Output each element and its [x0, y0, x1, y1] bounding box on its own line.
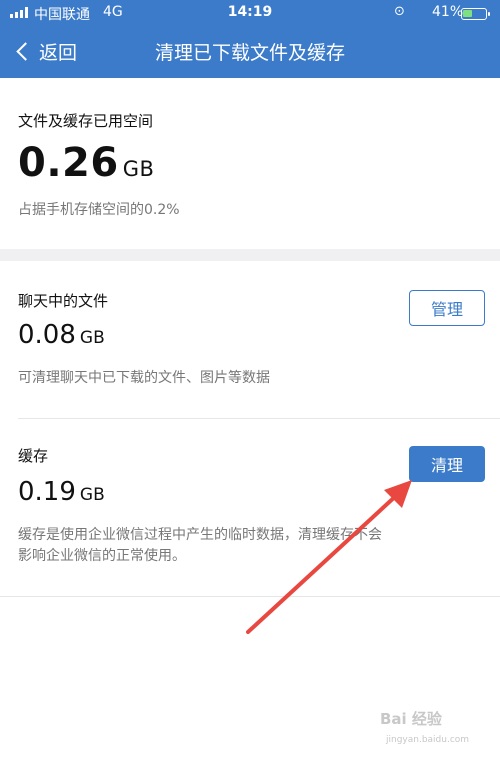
cache-note-line1: 缓存是使用企业微信过程中产生的临时数据，清理缓存不会 [18, 527, 382, 543]
summary-note: 占据手机存储空间的0.2% [18, 202, 180, 218]
summary-number: 0.26 [18, 140, 119, 186]
chat-files-value: 0.08 GB [18, 320, 105, 350]
divider [0, 596, 500, 597]
chat-files-unit: GB [79, 328, 105, 348]
cache-number: 0.19 [18, 477, 76, 507]
summary-value: 0.26 GB [18, 140, 154, 186]
manage-button[interactable]: 管理 [409, 290, 485, 326]
section-separator [0, 249, 500, 261]
rotation-lock-icon: ⊙ [394, 4, 405, 19]
battery-percent: 41% [432, 4, 464, 20]
divider [18, 418, 500, 419]
summary-unit: GB [122, 157, 155, 181]
summary-label: 文件及缓存已用空间 [18, 112, 154, 130]
cache-label: 缓存 [18, 447, 49, 465]
clean-cache-button[interactable]: 清理 [409, 446, 485, 482]
app-header: 中国联通 4G 14:19 ⊙ ⏰ 41% 返回 清理已下载文件及缓存 [0, 0, 500, 78]
chat-files-label: 聊天中的文件 [18, 292, 109, 310]
battery-icon [461, 8, 490, 20]
chat-files-note: 可清理聊天中已下载的文件、图片等数据 [18, 370, 270, 386]
cache-value: 0.19 GB [18, 477, 105, 507]
status-time: 14:19 [227, 4, 273, 20]
cache-unit: GB [79, 485, 105, 505]
watermark-url: jingyan.baidu.com [386, 735, 470, 745]
page-title: 清理已下载文件及缓存 [154, 42, 345, 64]
status-bar: 中国联通 4G 14:19 ⊙ ⏰ 41% [0, 0, 500, 26]
cache-note-line2: 影响企业微信的正常使用。 [18, 548, 186, 564]
chat-files-number: 0.08 [18, 320, 76, 350]
watermark-logo: Bai 经验 [380, 710, 442, 728]
